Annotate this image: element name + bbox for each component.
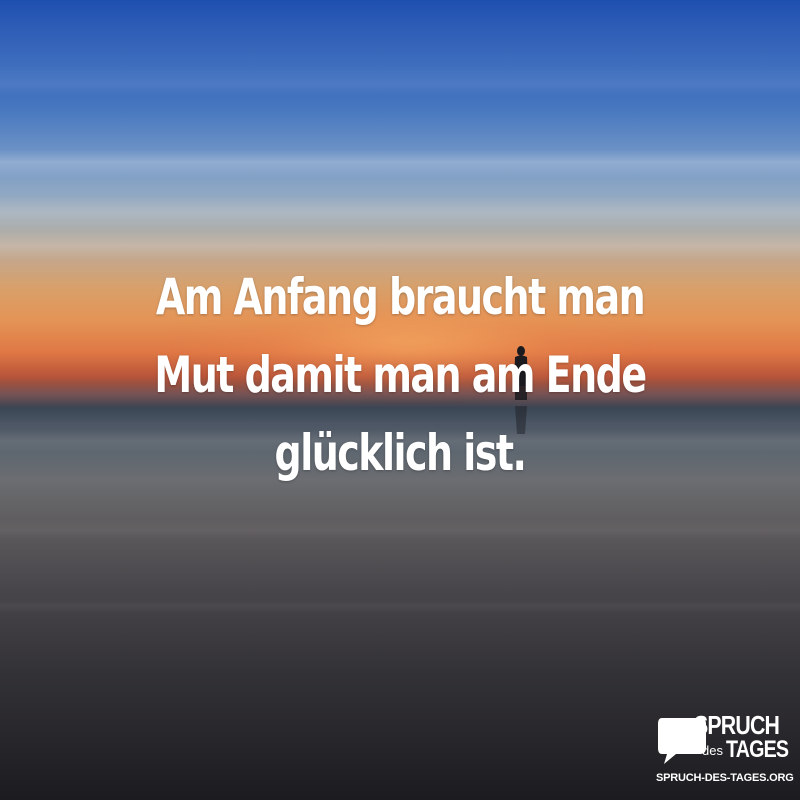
quote-line: Mut damit man am Ende [154,346,647,404]
logo-word-des: des [702,743,723,758]
quote-line: glücklich ist. [274,424,527,482]
logo-url: SPRUCH-DES-TAGES.ORG [656,772,794,784]
quote-line: Am Anfang braucht man [155,268,646,326]
logo-word-tages: TAGES [726,736,789,763]
brand-logo: SPRUCH des TAGES SPRUCH-DES-TAGES.ORG [656,710,794,790]
quote-image: Am Anfang braucht man Mut damit man am E… [0,0,800,800]
quote-text: Am Anfang braucht man Mut damit man am E… [96,258,704,492]
